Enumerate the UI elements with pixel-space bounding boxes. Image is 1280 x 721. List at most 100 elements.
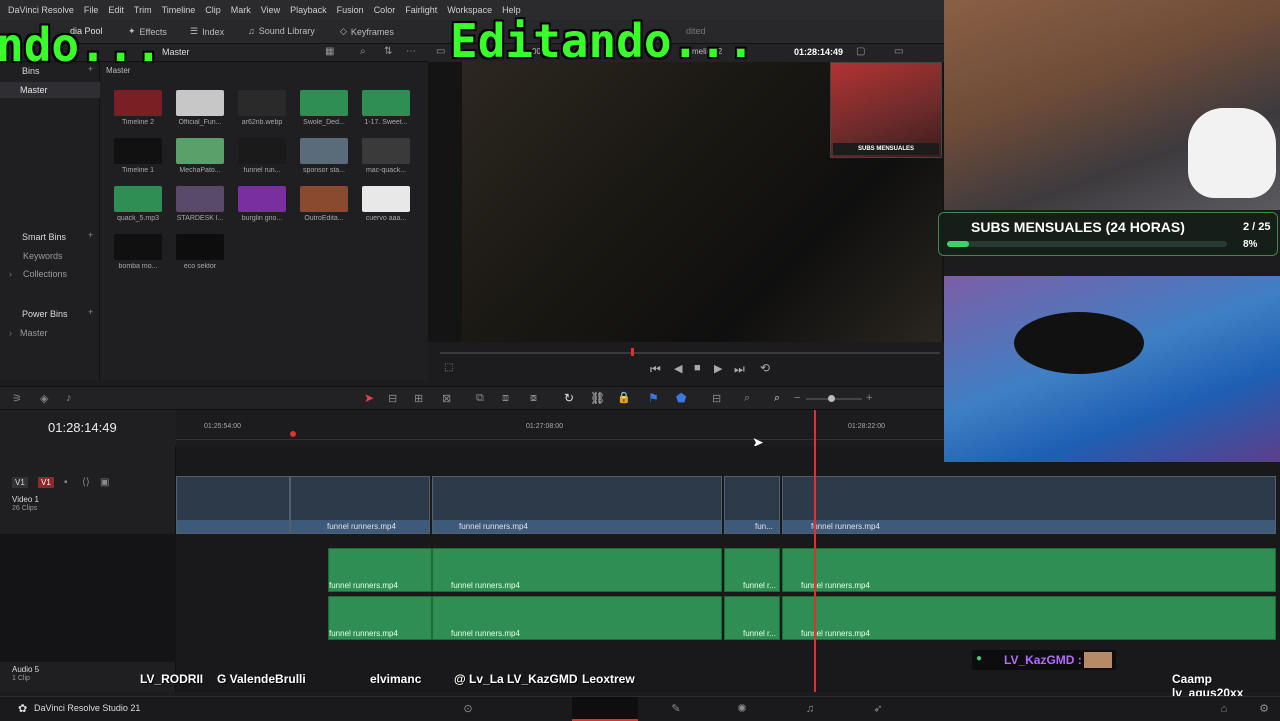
link-icon[interactable]: ⛓ [590, 391, 605, 405]
selection-tool-icon[interactable]: ➤ [364, 391, 374, 405]
zoom-out-icon[interactable]: − [794, 392, 800, 404]
zoom-slider-handle[interactable] [828, 395, 835, 402]
media-page-icon[interactable]: ⊙ [462, 703, 474, 715]
media-clip[interactable]: mac-quack... [362, 138, 410, 174]
marker-icon[interactable]: ⬟ [676, 391, 686, 405]
media-clip[interactable]: OutroEdita... [300, 186, 348, 222]
zoom-in-icon[interactable]: + [866, 392, 872, 404]
media-clip[interactable]: cuervo aaa... [362, 186, 410, 222]
deliver-page-icon[interactable]: ➶ [872, 703, 884, 715]
dynamic-trim-icon[interactable]: ⊞ [414, 392, 423, 405]
sound-library-tab[interactable]: ♫ Sound Library [248, 26, 315, 36]
loop-icon[interactable]: ⟲ [760, 361, 770, 375]
menu-playback[interactable]: Playback [290, 5, 327, 15]
disable-track-icon[interactable]: ▣ [100, 477, 109, 488]
menu-color[interactable]: Color [374, 5, 396, 15]
zoom-custom-icon[interactable]: ⌕ [774, 392, 780, 405]
track-source-v1[interactable]: V1 [12, 477, 28, 488]
color-page-icon[interactable]: ✺ [736, 703, 748, 715]
media-clip[interactable]: Timeline 1 [114, 138, 162, 174]
video-clip[interactable] [176, 476, 290, 534]
search-icon[interactable]: ⌕ [360, 46, 366, 57]
menu-view[interactable]: View [261, 5, 280, 15]
video-clip[interactable]: fun... [724, 476, 780, 534]
chevron-right-icon[interactable]: › [9, 328, 12, 338]
audio-clip[interactable]: funnel runners.mp4 [328, 548, 432, 592]
layout-icon[interactable]: ▭ [436, 46, 445, 57]
snapping-icon[interactable]: ↻ [564, 391, 574, 405]
timeline-marker[interactable] [290, 431, 296, 437]
video-clip[interactable]: funnel runners.mp4 [290, 476, 430, 534]
audio-clip[interactable]: funnel runners.mp4 [328, 596, 432, 640]
scrub-bar[interactable] [440, 352, 940, 354]
audio-clip[interactable]: funnel r... [724, 548, 780, 592]
timeline-view-icon[interactable]: ⚞ [12, 392, 22, 405]
flag-icon[interactable]: ⚑ [648, 391, 659, 405]
lock-track-icon[interactable]: ▪ [64, 477, 68, 488]
power-bin-master[interactable]: Master [20, 328, 48, 338]
menu-file[interactable]: File [84, 5, 99, 15]
play-reverse-icon[interactable]: ◀ [674, 362, 682, 375]
add-power-bin-icon[interactable]: + [88, 307, 93, 317]
index-tab[interactable]: ☰ Index [190, 26, 224, 37]
bin-master[interactable]: Master [0, 82, 100, 98]
app-name[interactable]: DaVinci Resolve [8, 5, 74, 15]
blade-tool-icon[interactable]: ⊠ [442, 392, 451, 405]
crop-icon[interactable]: ⬚ [444, 362, 453, 373]
audio-meter-icon[interactable]: ◈ [40, 392, 48, 405]
video-clip[interactable]: funnel runners.mp4 [782, 476, 1276, 534]
menu-clip[interactable]: Clip [205, 5, 221, 15]
smart-bin-keywords[interactable]: Keywords [23, 251, 63, 261]
overwrite-icon[interactable]: ⧈ [502, 392, 509, 405]
more-options-icon[interactable]: ⋯ [406, 46, 416, 57]
replace-icon[interactable]: ⧇ [530, 392, 537, 405]
lock-icon[interactable]: 🔒 [617, 391, 631, 404]
video-clip[interactable]: funnel runners.mp4 [432, 476, 722, 534]
menu-timeline[interactable]: Timeline [162, 5, 196, 15]
grid-view-icon[interactable]: ▦ [325, 46, 334, 57]
menu-edit[interactable]: Edit [108, 5, 124, 15]
media-clip[interactable]: eco sektor [176, 234, 224, 270]
media-clip[interactable]: ar62nb.webp [238, 90, 286, 126]
media-clip[interactable]: funnel run... [238, 138, 286, 174]
add-smart-bin-icon[interactable]: + [88, 230, 93, 240]
media-clip[interactable]: Official_Fun... [176, 90, 224, 126]
insert-icon[interactable]: ⧉ [476, 392, 484, 405]
auto-select-icon[interactable]: ⟨⟩ [82, 477, 90, 488]
media-clip[interactable]: STARDESK l... [176, 186, 224, 222]
media-clip[interactable]: MechaPato... [176, 138, 224, 174]
audio-clip[interactable]: funnel runners.mp4 [432, 548, 722, 592]
stop-icon[interactable]: ■ [694, 362, 701, 374]
media-clip[interactable]: burglin gno... [238, 186, 286, 222]
keyframes-tab[interactable]: ◇ Keyframes [340, 26, 394, 37]
edit-page-tab[interactable] [572, 697, 638, 721]
media-clip[interactable]: 1-17. Sweet... [362, 90, 410, 126]
fairlight-page-icon[interactable]: ♫ [804, 703, 816, 715]
settings-icon[interactable]: ⚙ [1258, 703, 1270, 715]
chevron-right-icon[interactable]: › [9, 269, 12, 279]
display-icon[interactable]: ▭ [894, 46, 903, 57]
media-clip[interactable]: quack_5.mp3 [114, 186, 162, 222]
media-clip[interactable]: sponsor sta... [300, 138, 348, 174]
media-clip[interactable]: bomba mo... [114, 234, 162, 270]
menu-mark[interactable]: Mark [231, 5, 251, 15]
smart-bin-collections[interactable]: Collections [23, 269, 67, 279]
media-clip[interactable]: Swole_Ded... [300, 90, 348, 126]
home-icon[interactable]: ⌂ [1218, 703, 1230, 715]
view-options-icon[interactable]: ▢ [856, 46, 865, 57]
zoom-full-icon[interactable]: ⊟ [712, 392, 721, 405]
audio-clip[interactable]: funnel runners.mp4 [782, 596, 1276, 640]
track-dest-v1[interactable]: V1 [38, 477, 54, 488]
play-icon[interactable]: ▶ [714, 362, 722, 375]
audio-clip[interactable]: funnel runners.mp4 [782, 548, 1276, 592]
skip-to-start-icon[interactable]: ⏮ [650, 362, 661, 377]
audio-clip[interactable]: funnel runners.mp4 [432, 596, 722, 640]
menu-fusion[interactable]: Fusion [337, 5, 364, 15]
microphone-icon[interactable]: ♪ [66, 392, 72, 404]
playhead[interactable] [814, 410, 816, 692]
media-clip[interactable]: Timeline 2 [114, 90, 162, 126]
menu-trim[interactable]: Trim [134, 5, 152, 15]
menu-fairlight[interactable]: Fairlight [405, 5, 437, 15]
zoom-detail-icon[interactable]: ⌕ [744, 392, 750, 405]
scrub-marker[interactable] [631, 348, 634, 356]
